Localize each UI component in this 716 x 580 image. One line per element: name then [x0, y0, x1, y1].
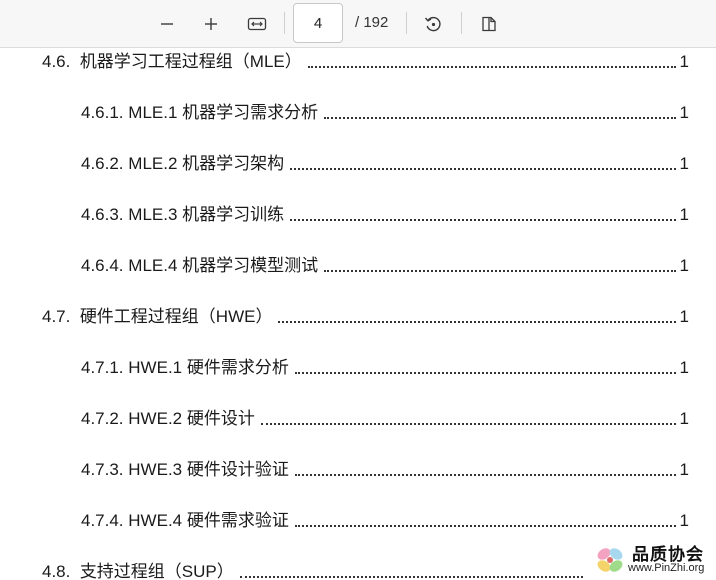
zoom-in-button[interactable] [197, 10, 225, 38]
toc-number: 4.7. [42, 307, 71, 326]
toc-title: MLE.1 机器学习需求分析 [128, 103, 319, 122]
toc-number: 4.6.3. [81, 205, 124, 224]
toc-leader [294, 474, 676, 476]
toc-leader [294, 525, 676, 527]
toc-number: 4.7.2. [81, 409, 124, 428]
toc-page: 1 [679, 52, 689, 71]
toc-page: 1 [679, 358, 689, 377]
toc-title: 硬件工程过程组（HWE） [79, 307, 273, 326]
two-page-icon [482, 16, 496, 32]
toc-number: 4.6.4. [81, 256, 124, 275]
toc-leader [324, 117, 676, 119]
toc-page: 1 [679, 460, 689, 479]
toc-leader [294, 372, 676, 374]
toc-number: 4.7.1. [81, 358, 124, 377]
toc-number: 4.8. [42, 562, 71, 580]
toc-entry[interactable]: 4.6. 机器学习工程过程组（MLE） 1 [42, 48, 689, 72]
toolbar-divider [284, 12, 285, 34]
toc-title: MLE.2 机器学习架构 [128, 154, 285, 173]
toc-page: 1 [679, 511, 689, 530]
toc-title: HWE.1 硬件需求分析 [128, 358, 289, 377]
toc-title: 机器学习工程过程组（MLE） [79, 52, 302, 71]
pdf-toolbar: / 192 [0, 0, 716, 48]
toc-page: 1 [679, 409, 689, 428]
toc-page: 1 [679, 205, 689, 224]
toc-entry[interactable]: 4.6.1. MLE.1 机器学习需求分析 1 [81, 99, 689, 123]
minus-icon [161, 23, 173, 25]
toc-entry[interactable]: 4.6.3. MLE.3 机器学习训练 1 [81, 201, 689, 225]
toc-number: 4.6.1. [81, 103, 124, 122]
watermark-logo-icon [597, 548, 623, 572]
toc-entry[interactable]: 4.8. 支持过程组（SUP） [42, 558, 587, 580]
toc-title: MLE.4 机器学习模型测试 [128, 256, 319, 275]
toc-entry[interactable]: 4.7.3. HWE.3 硬件设计验证 1 [81, 456, 689, 480]
rotate-button[interactable] [419, 10, 447, 38]
toc-entry[interactable]: 4.7.4. HWE.4 硬件需求验证 1 [81, 507, 689, 531]
watermark: 品质协会 www.PinZhi.org [588, 538, 716, 580]
toc-leader [290, 219, 676, 221]
toc-leader [260, 423, 676, 425]
toc-leader [278, 321, 676, 323]
toc-leader [307, 66, 676, 68]
plus-icon [205, 18, 217, 30]
toc-entry[interactable]: 4.7.1. HWE.1 硬件需求分析 1 [81, 354, 689, 378]
toc-entry[interactable]: 4.6.2. MLE.2 机器学习架构 1 [81, 150, 689, 174]
toc-number: 4.7.4. [81, 511, 124, 530]
toc-number: 4.6. [42, 52, 71, 71]
toolbar-divider [461, 12, 462, 34]
toc-page: 1 [679, 307, 689, 326]
toc-leader [290, 168, 676, 170]
toc-page: 1 [679, 256, 689, 275]
toc-page: 1 [679, 103, 689, 122]
fit-width-icon [247, 17, 267, 31]
page-total: / 192 [355, 14, 389, 31]
watermark-url: www.PinZhi.org [628, 562, 705, 574]
toc-leader [239, 576, 583, 578]
rotate-icon [424, 16, 441, 32]
toc-number: 4.6.2. [81, 154, 124, 173]
toolbar-divider [406, 12, 407, 34]
toc-entry[interactable]: 4.7. 硬件工程过程组（HWE） 1 [42, 303, 689, 327]
toc-page: 1 [679, 154, 689, 173]
document-page: 4.6. 机器学习工程过程组（MLE） 1 4.6.1. MLE.1 机器学习需… [0, 48, 716, 580]
toc-entry[interactable]: 4.6.4. MLE.4 机器学习模型测试 1 [81, 252, 689, 276]
fit-width-button[interactable] [243, 10, 271, 38]
toc-title: HWE.4 硬件需求验证 [128, 511, 289, 530]
toc-title: HWE.3 硬件设计验证 [128, 460, 289, 479]
page-number-input[interactable] [293, 3, 343, 43]
zoom-out-button[interactable] [153, 10, 181, 38]
toc-number: 4.7.3. [81, 460, 124, 479]
page-view-button[interactable] [476, 10, 504, 38]
toc-entry[interactable]: 4.7.2. HWE.2 硬件设计 1 [81, 405, 689, 429]
toc-title: MLE.3 机器学习训练 [128, 205, 285, 224]
toc-title: HWE.2 硬件设计 [128, 409, 255, 428]
toc-leader [324, 270, 676, 272]
toc-title: 支持过程组（SUP） [79, 562, 234, 580]
